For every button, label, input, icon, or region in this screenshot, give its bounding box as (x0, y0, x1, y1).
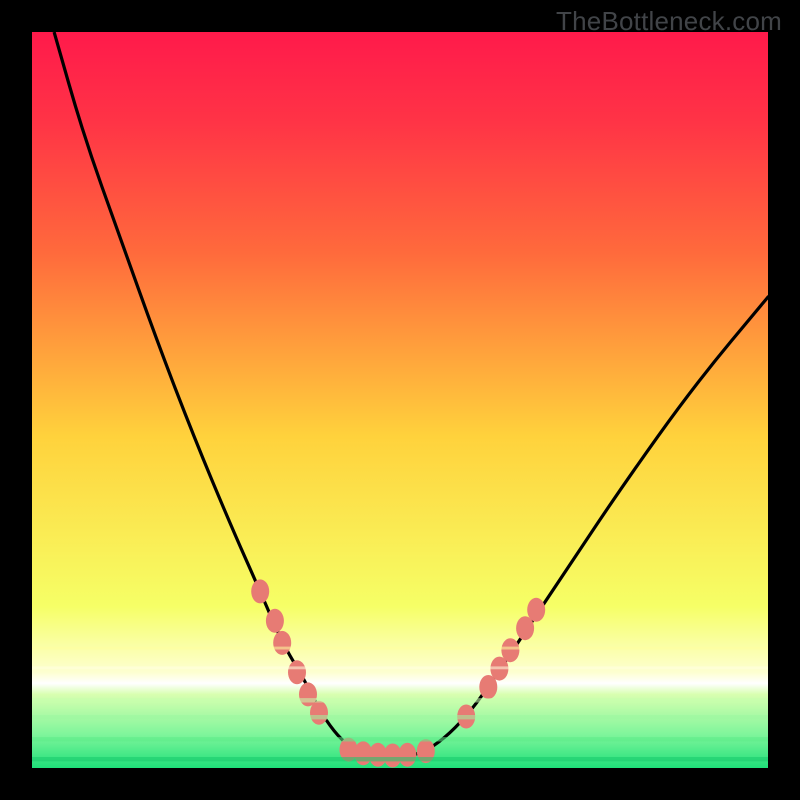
curve-marker (527, 598, 545, 622)
bottleneck-chart (0, 0, 800, 800)
curve-marker (501, 638, 519, 662)
curve-marker (273, 631, 291, 655)
watermark-text: TheBottleneck.com (556, 6, 782, 37)
curve-marker (266, 609, 284, 633)
plot-background (32, 32, 768, 768)
curve-marker (251, 579, 269, 603)
curve-marker (288, 660, 306, 684)
curve-marker (398, 743, 416, 767)
curve-marker (310, 701, 328, 725)
